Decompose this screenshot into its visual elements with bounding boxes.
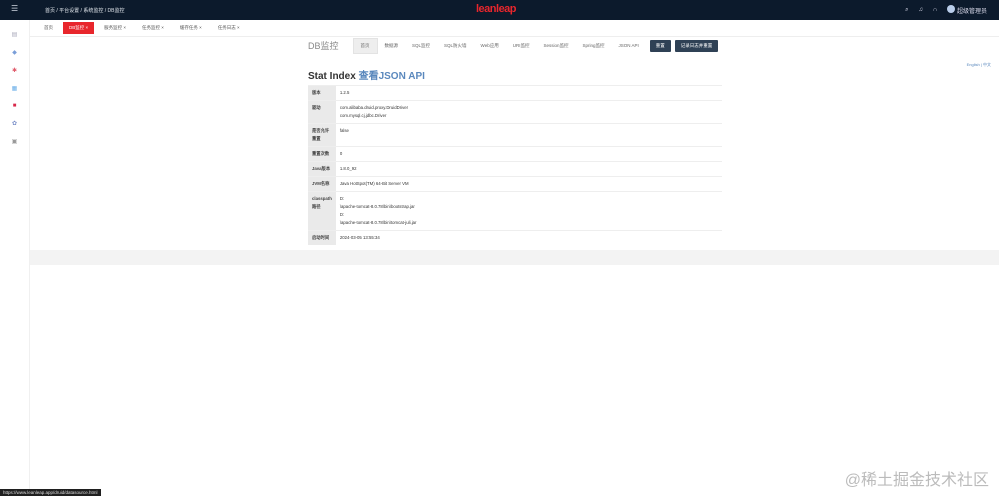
row-value: 1.2.5 (335, 85, 722, 101)
tab-task-monitor[interactable]: 任务监控 × (136, 23, 170, 33)
row-value: D: \apache-tomcat-8.0.78\bin\bootstrap.ja… (335, 191, 722, 231)
value-line: false (339, 128, 349, 133)
row-key: 是否允许重置 (308, 123, 336, 147)
logo: leanleap (476, 3, 517, 15)
sidebar-icon-6[interactable]: ✿ (0, 120, 29, 127)
breadcrumb: 首页 / 平台设置 / 系统监控 / DB监控 (45, 8, 125, 14)
page-title: Stat Index 查看JSON API (308, 67, 425, 82)
bell-icon[interactable]: ♫ (919, 7, 924, 13)
row-key: 版本 (308, 85, 336, 101)
value-line: Java HotSpot(TM) 64-Bit Server VM (339, 181, 409, 186)
watermark: @稀土掘金技术社区 (844, 472, 989, 489)
log-and-reset-button[interactable]: 记录日志并重置 (674, 39, 719, 52)
druid-brand: DB监控 (308, 41, 339, 51)
nav-wall[interactable]: SQL防火墙 (437, 39, 474, 53)
row-value: false (335, 123, 722, 147)
nav-uri[interactable]: URI监控 (506, 39, 537, 53)
sidebar-icon-2[interactable]: ◆ (0, 49, 29, 56)
value-line: 1.2.5 (339, 90, 350, 95)
tab-bar: 首页 DB监控 × 服务监控 × 任务监控 × 缓存任务 × 任务日志 × (30, 20, 999, 37)
title-text: Stat Index (308, 71, 356, 82)
stat-table: 版本 1.2.5 驱动 com.alibaba.druid.proxy.DruidDr… (308, 85, 722, 245)
value-line: com.mysql.cj.jdbc.Driver (339, 113, 387, 118)
table-row: JVM名称 Java HotSpot(TM) 64-Bit Server VM (308, 176, 722, 192)
value-line: \apache-tomcat-8.0.78\bin\tomcat-juli.ja… (339, 220, 417, 225)
table-row: 重置次数 0 (308, 146, 722, 162)
value-line: D: (339, 196, 345, 201)
nav-webapp[interactable]: Web应用 (474, 39, 506, 53)
row-key: Java版本 (308, 161, 336, 177)
table-row: 版本 1.2.5 (308, 85, 722, 101)
row-key: classpath路径 (308, 191, 336, 231)
reset-button[interactable]: 重置 (649, 39, 671, 52)
footer-band (30, 250, 999, 265)
sidebar: ▤ ◆ ✱ ▦ ■ ✿ ▣ (0, 20, 30, 496)
row-key: 启动时间 (308, 230, 336, 245)
row-key: 重置次数 (308, 146, 336, 162)
top-bar: ☰ 首页 / 平台设置 / 系统监控 / DB监控 leanleap ⌕ ♫ ∩… (0, 0, 999, 20)
row-value: com.alibaba.druid.proxy.DruidDriver com.m… (335, 100, 722, 124)
row-key: JVM名称 (308, 176, 336, 192)
row-value: Java HotSpot(TM) 64-Bit Server VM (335, 176, 722, 192)
sidebar-icon-3[interactable]: ✱ (0, 67, 29, 74)
tab-task-log[interactable]: 任务日志 × (212, 23, 246, 33)
value-line: 1.8.0_92 (339, 166, 357, 171)
row-value: 2024-03-05 13:55:34 (335, 230, 722, 245)
value-line: com.alibaba.druid.proxy.DruidDriver (339, 105, 409, 110)
user-name: 超级管理员 (956, 9, 987, 15)
value-line: 0 (339, 151, 343, 156)
status-url: https://www.leanleap.app/druid/datasourc… (0, 489, 101, 496)
tab-home[interactable]: 首页 (38, 23, 59, 33)
nav-sql[interactable]: SQL监控 (405, 39, 437, 53)
table-row: classpath路径 D: \apache-tomcat-8.0.78\bin\b… (308, 191, 722, 231)
nav-session[interactable]: Session监控 (536, 39, 575, 53)
sidebar-icon-1[interactable]: ▤ (0, 31, 29, 38)
row-value: 0 (335, 146, 722, 162)
sidebar-icon-5[interactable]: ■ (0, 103, 29, 109)
table-row: 启动时间 2024-03-05 13:55:34 (308, 230, 722, 245)
user-menu[interactable]: 超级管理员 (947, 5, 987, 15)
value-line: D: (339, 212, 345, 217)
tab-db-monitor[interactable]: DB监控 × (63, 22, 95, 34)
sidebar-icon-4[interactable]: ▦ (0, 85, 29, 92)
menu-icon[interactable]: ☰ (11, 5, 19, 13)
druid-nav: DB监控 首页 数据源 SQL监控 SQL防火墙 Web应用 URI监控 Ses… (308, 37, 719, 54)
tab-cache-task[interactable]: 缓存任务 × (174, 23, 208, 33)
avatar (947, 5, 956, 13)
row-key: 驱动 (308, 100, 336, 124)
table-row: 是否允许重置 false (308, 123, 722, 147)
value-line: \apache-tomcat-8.0.78\bin\bootstrap.jar (339, 204, 415, 209)
json-api-link[interactable]: 查看JSON API (359, 71, 425, 82)
headset-icon[interactable]: ∩ (933, 7, 937, 13)
nav-spring[interactable]: Spring监控 (575, 39, 611, 53)
nav-index[interactable]: 首页 (352, 37, 378, 54)
search-icon[interactable]: ⌕ (905, 7, 908, 14)
row-value: 1.8.0_92 (335, 161, 722, 177)
table-row: 驱动 com.alibaba.druid.proxy.DruidDriver com… (308, 100, 722, 124)
sidebar-icon-7[interactable]: ▣ (0, 138, 29, 145)
value-line: 2024-03-05 13:55:34 (339, 235, 380, 240)
nav-datasource[interactable]: 数据源 (378, 39, 406, 53)
nav-json-api[interactable]: JSON API (612, 39, 646, 52)
table-row: Java版本 1.8.0_92 (308, 161, 722, 177)
tab-service-monitor[interactable]: 服务监控 × (98, 23, 132, 33)
language-switch[interactable]: English | 中文 (967, 62, 991, 68)
